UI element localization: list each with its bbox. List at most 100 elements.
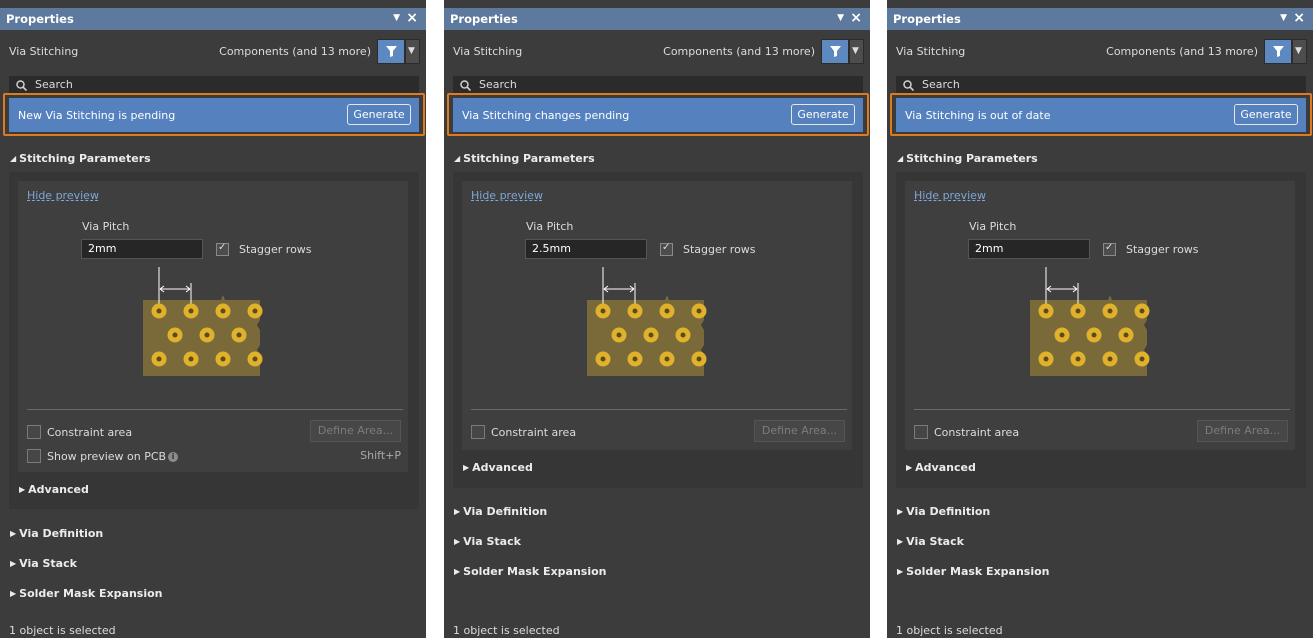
via-pitch-input[interactable]: 2mm [81, 239, 203, 259]
hide-preview-link[interactable]: Hide preview [471, 189, 543, 202]
stagger-rows-checkbox[interactable]: ✓ [1103, 242, 1116, 256]
section-via-definition[interactable]: ▶ Via Definition [10, 527, 103, 540]
constraint-area-checkbox[interactable] [27, 425, 41, 439]
via-pitch-input[interactable]: 2mm [968, 239, 1090, 259]
filter-dropdown-button[interactable]: ▼ [405, 39, 420, 64]
close-icon[interactable]: × [406, 10, 418, 26]
section-stitching-parameters[interactable]: ◢ Stitching Parameters [454, 152, 595, 165]
section-label: Via Definition [906, 505, 991, 518]
search-input[interactable]: Search [896, 76, 1306, 94]
show-preview-checkbox[interactable] [27, 449, 41, 463]
section-label: Advanced [915, 461, 976, 474]
define-area-button[interactable]: Define Area... [310, 420, 401, 442]
stagger-rows-checkbox[interactable]: ✓ [660, 242, 673, 256]
stitching-parameters-body: Hide preview Via Pitch 2.5mm ✓ Stagger r… [453, 172, 863, 488]
triangle-down-icon: ◢ [454, 154, 461, 163]
constraint-area-label: Constraint area [491, 426, 577, 439]
chevron-down-icon: ▼ [408, 46, 415, 56]
section-solder-mask-expansion[interactable]: ▶ Solder Mask Expansion [10, 587, 163, 600]
section-solder-mask-expansion[interactable]: ▶ Solder Mask Expansion [897, 565, 1050, 578]
filter-button[interactable] [1264, 39, 1292, 64]
section-label: Stitching Parameters [19, 152, 151, 165]
status-bar-text: 1 object is selected [9, 624, 116, 637]
panel-titlebar: Properties ▼ × [0, 8, 426, 30]
search-input[interactable]: Search [9, 76, 419, 94]
properties-panel-3: Properties ▼ × Via Stitching Components … [887, 0, 1313, 638]
checkmark-icon: ✓ [218, 242, 227, 253]
section-label: Via Stack [19, 557, 77, 570]
triangle-right-icon: ▶ [897, 507, 904, 516]
funnel-icon [386, 46, 397, 57]
stitching-parameters-body: Hide preview Via Pitch 2mm ✓ Stagger row… [9, 172, 419, 509]
preview-box: Hide preview Via Pitch 2mm ✓ Stagger row… [18, 181, 408, 472]
section-label: Stitching Parameters [463, 152, 595, 165]
stagger-rows-checkbox[interactable]: ✓ [216, 242, 229, 256]
status-bar-text: 1 object is selected [896, 624, 1003, 637]
via-pitch-preview-diagram [1030, 267, 1150, 376]
section-advanced[interactable]: ▶ Advanced [19, 483, 89, 496]
triangle-right-icon: ▶ [906, 463, 913, 472]
triangle-right-icon: ▶ [463, 463, 470, 472]
section-via-definition[interactable]: ▶ Via Definition [454, 505, 547, 518]
close-icon[interactable]: × [1293, 10, 1305, 26]
info-icon[interactable]: i [168, 452, 178, 462]
define-area-button[interactable]: Define Area... [1197, 420, 1288, 442]
section-via-stack[interactable]: ▶ Via Stack [897, 535, 964, 548]
define-area-button[interactable]: Define Area... [754, 420, 845, 442]
dropdown-arrow-icon[interactable]: ▼ [393, 13, 400, 23]
hide-preview-link[interactable]: Hide preview [27, 189, 99, 202]
panel-title: Properties [893, 12, 961, 26]
show-preview-label: Show preview on PCB [47, 450, 167, 463]
filter-dropdown-button[interactable]: ▼ [849, 39, 864, 64]
via-pitch-label: Via Pitch [82, 220, 130, 233]
section-solder-mask-expansion[interactable]: ▶ Solder Mask Expansion [454, 565, 607, 578]
preview-box: Hide preview Via Pitch 2.5mm ✓ Stagger r… [462, 181, 852, 450]
section-advanced[interactable]: ▶ Advanced [463, 461, 533, 474]
chevron-down-icon: ▼ [1295, 46, 1302, 56]
filter-button[interactable] [821, 39, 849, 64]
search-icon [903, 80, 914, 91]
via-pitch-preview-diagram [143, 267, 263, 376]
properties-panel-2: Properties ▼ × Via Stitching Components … [444, 0, 870, 638]
panel-title: Properties [6, 12, 74, 26]
triangle-right-icon: ▶ [19, 485, 26, 494]
via-pitch-input[interactable]: 2.5mm [525, 239, 647, 259]
constraint-area-checkbox[interactable] [471, 425, 485, 439]
section-via-stack[interactable]: ▶ Via Stack [454, 535, 521, 548]
object-kind-label: Via Stitching [896, 45, 966, 58]
triangle-down-icon: ◢ [10, 154, 17, 163]
triangle-right-icon: ▶ [897, 567, 904, 576]
hide-preview-link[interactable]: Hide preview [914, 189, 986, 202]
search-placeholder: Search [35, 78, 73, 91]
section-stitching-parameters[interactable]: ◢ Stitching Parameters [10, 152, 151, 165]
section-label: Solder Mask Expansion [19, 587, 163, 600]
dropdown-arrow-icon[interactable]: ▼ [1280, 13, 1287, 23]
triangle-right-icon: ▶ [10, 559, 17, 568]
constraint-area-label: Constraint area [934, 426, 1020, 439]
constraint-area-checkbox[interactable] [914, 425, 928, 439]
triangle-right-icon: ▶ [897, 537, 904, 546]
divider [471, 409, 847, 410]
section-advanced[interactable]: ▶ Advanced [906, 461, 976, 474]
section-via-stack[interactable]: ▶ Via Stack [10, 557, 77, 570]
highlight-outline [3, 93, 425, 136]
section-label: Solder Mask Expansion [906, 565, 1050, 578]
filter-dropdown-button[interactable]: ▼ [1292, 39, 1307, 64]
stagger-rows-label: Stagger rows [1126, 243, 1199, 256]
section-label: Via Definition [19, 527, 104, 540]
triangle-right-icon: ▶ [454, 537, 461, 546]
section-stitching-parameters[interactable]: ◢ Stitching Parameters [897, 152, 1038, 165]
properties-panel-1: Properties ▼ × Via Stitching Components … [0, 0, 426, 638]
filter-summary: Components (and 13 more) [1106, 45, 1258, 58]
via-pitch-preview-diagram [587, 267, 707, 376]
section-via-definition[interactable]: ▶ Via Definition [897, 505, 990, 518]
search-input[interactable]: Search [453, 76, 863, 94]
filter-button[interactable] [377, 39, 405, 64]
triangle-right-icon: ▶ [454, 567, 461, 576]
dropdown-arrow-icon[interactable]: ▼ [837, 13, 844, 23]
object-kind-label: Via Stitching [453, 45, 523, 58]
object-kind-label: Via Stitching [9, 45, 79, 58]
close-icon[interactable]: × [850, 10, 862, 26]
panel-titlebar: Properties ▼ × [444, 8, 870, 30]
section-label: Stitching Parameters [906, 152, 1038, 165]
